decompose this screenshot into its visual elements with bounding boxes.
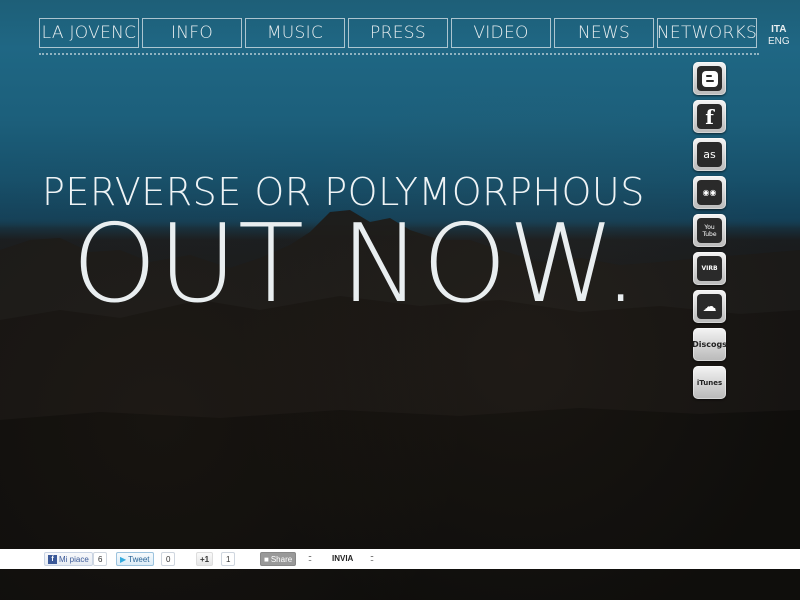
twitter-bird-icon: ▶: [120, 554, 127, 564]
share-label: Share: [270, 554, 293, 564]
tweet-count: 0: [161, 552, 176, 566]
lastfm-icon: as: [697, 142, 722, 167]
virb-link[interactable]: VIRB: [693, 252, 726, 285]
blogger-icon: [697, 66, 722, 91]
myspace-icon: ◉◉: [697, 180, 722, 205]
share-icon: ■: [264, 554, 269, 564]
plusone-label: +1: [200, 554, 210, 564]
discogs-icon: Discogs: [692, 340, 727, 349]
lang-ita-link[interactable]: ITA: [768, 24, 790, 36]
youtube-link[interactable]: You Tube: [693, 214, 726, 247]
share-dots-left: ::: [308, 553, 312, 563]
itunes-link[interactable]: iTunes: [693, 366, 726, 399]
nav-item-video[interactable]: VIDEO: [451, 18, 551, 48]
nav-item-la-jovenc[interactable]: LA JOVENC: [39, 18, 139, 48]
nav-item-press[interactable]: PRESS: [348, 18, 448, 48]
nav-divider: [39, 53, 759, 55]
facebook-like-label: Mi piace: [59, 554, 89, 564]
soundcloud-icon: ☁: [697, 294, 722, 319]
invia-link[interactable]: INVIA: [332, 554, 353, 563]
itunes-icon: iTunes: [696, 378, 723, 387]
share-button[interactable]: ■ Share: [260, 552, 297, 566]
lastfm-link[interactable]: as: [693, 138, 726, 171]
share-dots-right: ::: [370, 553, 374, 563]
nav-item-music[interactable]: MUSIC: [245, 18, 345, 48]
youtube-icon: You Tube: [697, 218, 722, 243]
soundcloud-link[interactable]: ☁: [693, 290, 726, 323]
lang-eng-link[interactable]: ENG: [768, 36, 790, 48]
social-links: f as ◉◉ You Tube VIRB ☁ Discogs iTunes: [692, 62, 727, 404]
facebook-like-icon: f: [48, 554, 57, 564]
myspace-link[interactable]: ◉◉: [693, 176, 726, 209]
plusone-button[interactable]: +1: [196, 552, 214, 566]
facebook-like-count: 6: [93, 552, 108, 566]
share-bar: f Mi piace 6 ▶ Tweet 0 +1 1 ■ Share :: I…: [0, 549, 800, 569]
plusone-count: 1: [221, 552, 236, 566]
tweet-button[interactable]: ▶ Tweet: [116, 552, 154, 566]
nav-item-info[interactable]: INFO: [142, 18, 242, 48]
facebook-like-button[interactable]: f Mi piace: [44, 552, 93, 566]
main-nav: LA JOVENC INFO MUSIC PRESS VIDEO NEWS NE…: [39, 18, 760, 48]
virb-icon: VIRB: [697, 256, 722, 281]
facebook-link[interactable]: f: [693, 100, 726, 133]
discogs-link[interactable]: Discogs: [692, 328, 727, 361]
facebook-icon: f: [697, 104, 722, 129]
nav-item-networks[interactable]: NETWORKS: [657, 18, 757, 48]
hero-headline: OUT NOW.: [72, 202, 639, 327]
tweet-label: Tweet: [128, 554, 150, 564]
blogger-link[interactable]: [693, 62, 726, 95]
language-switcher: ITA ENG: [768, 24, 790, 48]
nav-item-news[interactable]: NEWS: [554, 18, 654, 48]
